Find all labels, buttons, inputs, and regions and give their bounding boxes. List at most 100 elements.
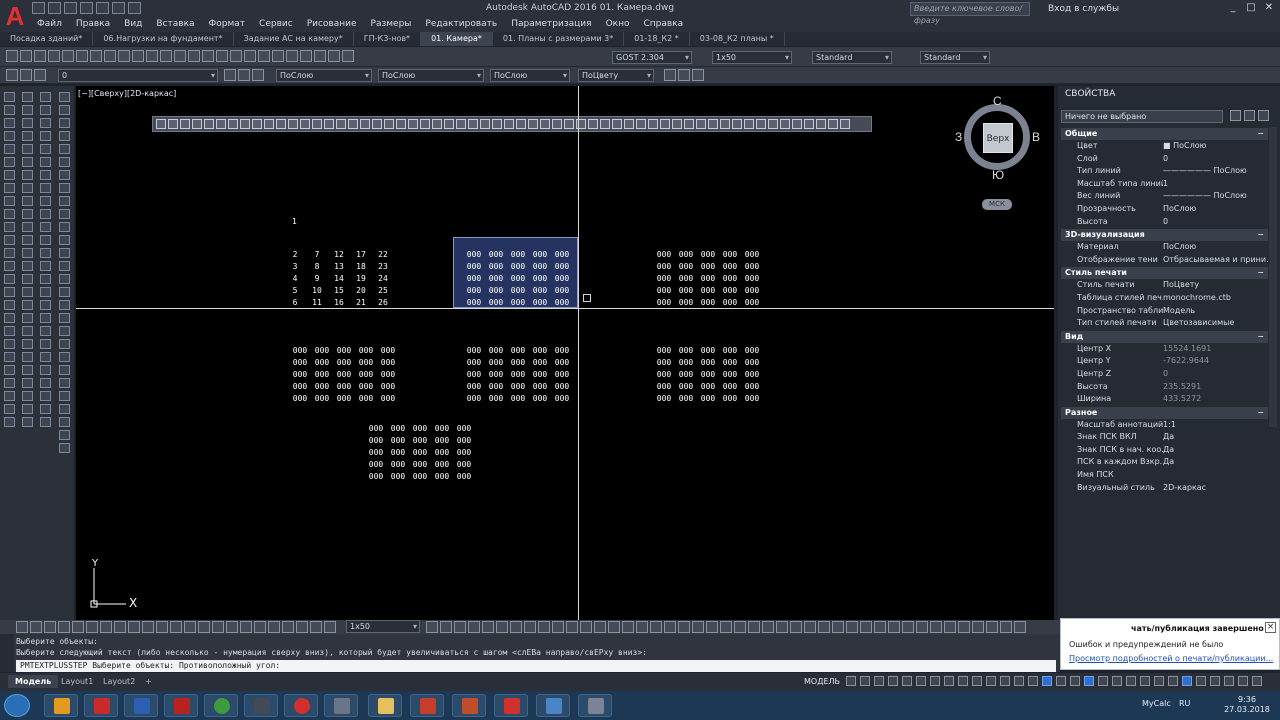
bottom-tool-icon[interactable] — [496, 621, 508, 633]
file-tab[interactable]: 03-08_К2 планы * — [690, 32, 785, 46]
tool-icon[interactable] — [4, 209, 15, 219]
sheet-set-icon[interactable] — [272, 50, 284, 62]
floating-tool-icon[interactable] — [384, 119, 394, 129]
save-icon[interactable] — [64, 2, 77, 14]
bottom-tool-icon[interactable] — [972, 621, 984, 633]
table-style-combo[interactable]: Standard — [812, 51, 892, 64]
compass-west[interactable]: З — [955, 130, 962, 144]
bottom-tool-icon[interactable] — [958, 621, 970, 633]
tool-icon[interactable] — [4, 105, 15, 115]
tool-icon[interactable] — [40, 235, 51, 245]
bottom-tool-icon[interactable] — [552, 621, 564, 633]
status-toggle-icon[interactable] — [1140, 676, 1150, 686]
floating-tool-icon[interactable] — [360, 119, 370, 129]
tool-icon[interactable] — [22, 391, 33, 401]
file-tab[interactable]: ГП-КЗ-нов* — [354, 32, 422, 46]
tool-icon[interactable] — [40, 378, 51, 388]
tool-icon[interactable] — [40, 313, 51, 323]
taskbar-app[interactable] — [578, 694, 612, 717]
tool-icon[interactable] — [22, 196, 33, 206]
tool-icon[interactable] — [22, 105, 33, 115]
tool-icon[interactable] — [59, 404, 70, 414]
property-row[interactable]: Визуальный стиль 2D-каркас — [1061, 482, 1268, 495]
menu-item-9[interactable]: Параметризация — [504, 17, 598, 31]
taskbar-app[interactable] — [84, 694, 118, 717]
bottom-tool-icon[interactable] — [296, 621, 308, 633]
tool-icon[interactable] — [4, 222, 15, 232]
new-file-icon[interactable] — [32, 2, 45, 14]
tool-icon[interactable] — [4, 391, 15, 401]
open-icon[interactable] — [20, 50, 32, 62]
named-views-icon[interactable] — [692, 69, 704, 81]
status-toggle-icon[interactable] — [1252, 676, 1262, 686]
menu-item-2[interactable]: Вид — [117, 17, 149, 31]
compass-south[interactable]: Ю — [992, 168, 1004, 182]
floating-tool-icon[interactable] — [636, 119, 646, 129]
bottom-tool-icon[interactable] — [608, 621, 620, 633]
tool-icon[interactable] — [4, 196, 15, 206]
viewport-controls[interactable]: [−][Сверху][2D-каркас] — [78, 89, 176, 98]
status-toggle-icon[interactable] — [916, 676, 926, 686]
taskbar-explorer-app[interactable] — [368, 694, 402, 717]
tool-icon[interactable] — [22, 326, 33, 336]
property-row[interactable]: Знак ПСК в нач. коо... Да — [1061, 444, 1268, 457]
tool-icon[interactable] — [22, 313, 33, 323]
notification-details-link[interactable]: Просмотр подробностей о печати/публикаци… — [1069, 654, 1273, 663]
paste-icon[interactable] — [118, 50, 130, 62]
property-row[interactable]: ПСК в каждом Взкр... Да — [1061, 456, 1268, 469]
floating-tool-icon[interactable] — [264, 119, 274, 129]
tool-icon[interactable] — [22, 131, 33, 141]
new-icon[interactable] — [6, 50, 18, 62]
wcs-menu-button[interactable]: МСК — [982, 199, 1012, 210]
floating-tool-icon[interactable] — [408, 119, 418, 129]
tool-icon[interactable] — [22, 183, 33, 193]
properties-icon[interactable] — [230, 50, 242, 62]
floating-tool-icon[interactable] — [600, 119, 610, 129]
tool-icon[interactable] — [59, 196, 70, 206]
tool-icon[interactable] — [22, 417, 33, 427]
property-row[interactable]: Масштаб типа линий 1 — [1061, 178, 1268, 191]
property-row[interactable]: Знак ПСК ВКЛ Да — [1061, 431, 1268, 444]
tool-icon[interactable] — [40, 183, 51, 193]
floating-tool-icon[interactable] — [276, 119, 286, 129]
tool-icon[interactable] — [4, 144, 15, 154]
status-toggle-icon[interactable] — [1182, 676, 1192, 686]
selection-combo[interactable]: Ничего не выбрано — [1061, 110, 1223, 123]
status-toggle-icon[interactable] — [972, 676, 982, 686]
floating-tool-icon[interactable] — [540, 119, 550, 129]
bottom-tool-icon[interactable] — [944, 621, 956, 633]
zoom-previous-icon[interactable] — [216, 50, 228, 62]
property-row[interactable]: Стиль печати ПоЦвету — [1061, 279, 1268, 292]
properties-scrollbar[interactable] — [1269, 127, 1277, 427]
file-tab[interactable]: 01-18_К2 * — [624, 32, 690, 46]
tool-icon[interactable] — [59, 313, 70, 323]
lightbulb-icon[interactable] — [20, 69, 32, 81]
bottom-tool-icon[interactable] — [818, 621, 830, 633]
property-row[interactable]: Тип линий —————— ПоСлою — [1061, 165, 1268, 178]
bottom-tool-icon[interactable] — [874, 621, 886, 633]
tool-icon[interactable] — [4, 131, 15, 141]
bottom-tool-icon[interactable] — [72, 621, 84, 633]
toggle-pickadd-icon[interactable] — [1230, 110, 1241, 121]
property-row[interactable]: Материал ПоСлою — [1061, 241, 1268, 254]
properties-section-header[interactable]: Разное — [1061, 406, 1268, 419]
floating-tool-icon[interactable] — [768, 119, 778, 129]
floating-tool-icon[interactable] — [504, 119, 514, 129]
bottom-tool-icon[interactable] — [468, 621, 480, 633]
bottom-tool-icon[interactable] — [622, 621, 634, 633]
text-style-icon[interactable] — [328, 50, 340, 62]
tool-icon[interactable] — [40, 404, 51, 414]
tool-icon[interactable] — [59, 248, 70, 258]
tool-icon[interactable] — [59, 391, 70, 401]
status-toggle-icon[interactable] — [930, 676, 940, 686]
tool-icon[interactable] — [22, 222, 33, 232]
multileader-style-combo[interactable]: Standard — [920, 51, 990, 64]
taskbar-chrome-app[interactable] — [44, 694, 78, 717]
bottom-tool-icon[interactable] — [692, 621, 704, 633]
floating-tool-icon[interactable] — [240, 119, 250, 129]
bottom-tool-icon[interactable] — [930, 621, 942, 633]
status-toggle-icon[interactable] — [958, 676, 968, 686]
floating-tool-icon[interactable] — [732, 119, 742, 129]
property-row[interactable]: Масштаб аннотаций 1:1 — [1061, 419, 1268, 432]
tool-icon[interactable] — [22, 170, 33, 180]
